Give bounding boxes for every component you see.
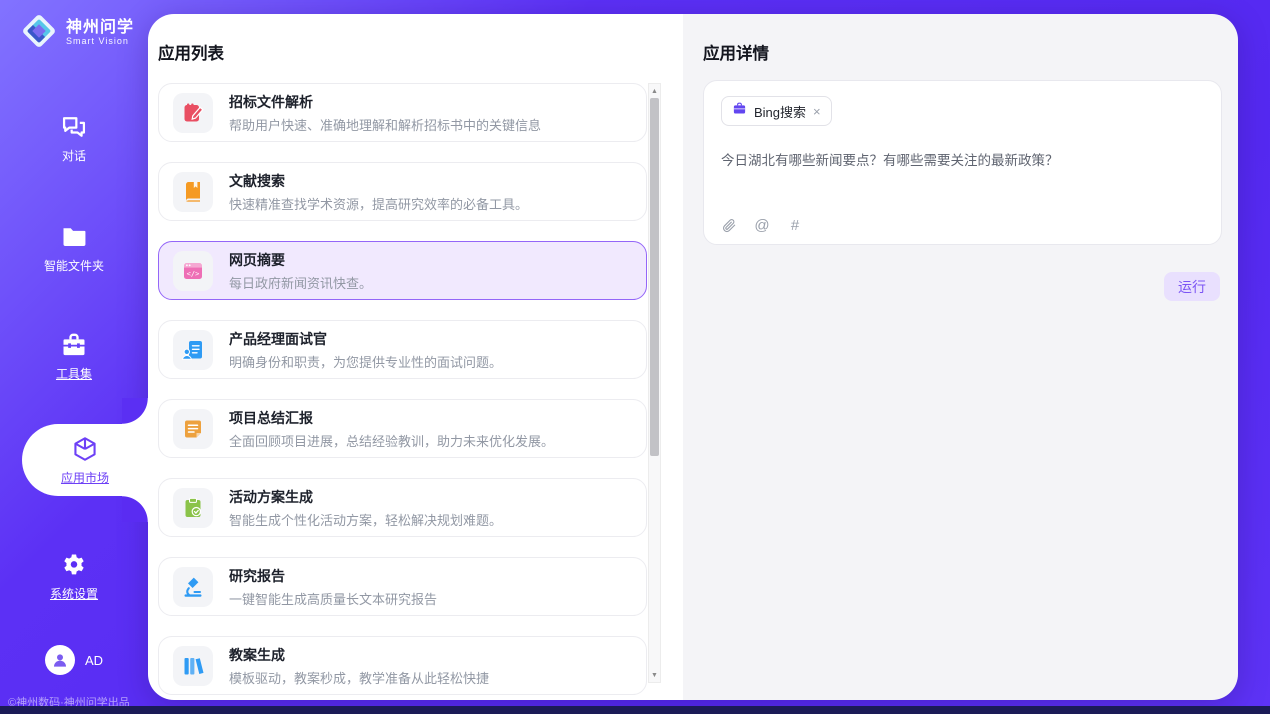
- app-card-description: 每日政府新闻资讯快查。: [229, 273, 372, 292]
- app-card[interactable]: </> 网页摘要 每日政府新闻资讯快查。: [158, 241, 647, 300]
- book-icon: [173, 172, 213, 212]
- app-list-panel: 应用列表 招标文件解析 帮助用户快速、准确地理解和解析招标书中的关键信息 文献搜…: [148, 14, 683, 700]
- app-card-description: 模板驱动，教案秒成，教学准备从此轻松快捷: [229, 668, 489, 687]
- sidebar-item-chat[interactable]: 对话: [0, 102, 148, 174]
- chip-close-icon[interactable]: ×: [813, 105, 821, 118]
- prompt-card: Bing搜索 × 今日湖北有哪些新闻要点？有哪些需要关注的最新政策？ @ #: [703, 80, 1222, 245]
- app-detail-title: 应用详情: [703, 40, 769, 64]
- browser-code-icon: </>: [173, 251, 213, 291]
- sidebar-item-cube[interactable]: 应用市场: [22, 424, 148, 496]
- scroll-up-icon[interactable]: ▲: [649, 84, 660, 98]
- app-card-title: 招标文件解析: [229, 92, 541, 112]
- books-icon: [173, 646, 213, 686]
- user-initials: AD: [85, 653, 103, 668]
- app-card[interactable]: 文献搜索 快速精准查找学术资源，提高研究效率的必备工具。: [158, 162, 647, 221]
- tool-chip-bing-search[interactable]: Bing搜索 ×: [721, 96, 832, 126]
- mention-icon[interactable]: @: [754, 217, 770, 233]
- toolbox-icon: [60, 331, 88, 359]
- interview-icon: [173, 330, 213, 370]
- app-card-description: 明确身份和职责，为您提供专业性的面试问题。: [229, 352, 502, 371]
- app-card-title: 活动方案生成: [229, 487, 502, 507]
- app-card-description: 帮助用户快速、准确地理解和解析招标书中的关键信息: [229, 115, 541, 134]
- folder-icon: [60, 223, 88, 251]
- app-card-description: 智能生成个性化活动方案，轻松解决规划难题。: [229, 510, 502, 529]
- scrollbar-thumb[interactable]: [650, 98, 659, 456]
- app-card-title: 项目总结汇报: [229, 408, 554, 428]
- app-detail-panel: 应用详情 Bing搜索 × 今日湖北有哪些新闻要点？有哪些需要关注的最新政策？: [683, 14, 1238, 700]
- app-card[interactable]: 产品经理面试官 明确身份和职责，为您提供专业性的面试问题。: [158, 320, 647, 379]
- gear-icon: [60, 551, 88, 579]
- app-card-title: 文献搜索: [229, 171, 528, 191]
- app-list: 招标文件解析 帮助用户快速、准确地理解和解析招标书中的关键信息 文献搜索 快速精…: [158, 83, 647, 700]
- app-card[interactable]: 招标文件解析 帮助用户快速、准确地理解和解析招标书中的关键信息: [158, 83, 647, 142]
- tool-chip-label: Bing搜索: [754, 102, 806, 121]
- cube-icon: [71, 435, 99, 463]
- app-card[interactable]: 项目总结汇报 全面回顾项目进展，总结经验教训，助力未来优化发展。: [158, 399, 647, 458]
- brand-logo: 神州问学 Smart Vision: [20, 12, 134, 55]
- clipboard-check-icon: [173, 488, 213, 528]
- scroll-down-icon[interactable]: ▼: [649, 668, 660, 682]
- brand-name: 神州问学: [66, 20, 134, 37]
- app-card-title: 产品经理面试官: [229, 329, 502, 349]
- chat-icon: [60, 113, 88, 141]
- memo-icon: [173, 409, 213, 449]
- gem-logo-icon: [20, 12, 58, 55]
- bottom-strip: [0, 706, 1270, 714]
- prompt-toolbar: @ #: [721, 217, 803, 233]
- app-card-description: 全面回顾项目进展，总结经验教训，助力未来优化发展。: [229, 431, 554, 450]
- brand-subtitle: Smart Vision: [66, 37, 134, 46]
- app-card-description: 快速精准查找学术资源，提高研究效率的必备工具。: [229, 194, 528, 213]
- app-card-title: 网页摘要: [229, 250, 372, 270]
- app-card[interactable]: 教案生成 模板驱动，教案秒成，教学准备从此轻松快捷: [158, 636, 647, 695]
- app-card[interactable]: 研究报告 一键智能生成高质量长文本研究报告: [158, 557, 647, 616]
- app-card-description: 一键智能生成高质量长文本研究报告: [229, 589, 437, 608]
- app-card-title: 研究报告: [229, 566, 437, 586]
- app-card[interactable]: 活动方案生成 智能生成个性化活动方案，轻松解决规划难题。: [158, 478, 647, 537]
- hashtag-icon[interactable]: #: [787, 217, 803, 233]
- sidebar: 神州问学 Smart Vision 对话 智能文件夹 工具集 应用市场 系统设置: [0, 0, 148, 714]
- microscope-icon: [173, 567, 213, 607]
- prompt-input[interactable]: 今日湖北有哪些新闻要点？有哪些需要关注的最新政策？: [721, 151, 1204, 171]
- briefcase-icon: [732, 101, 747, 121]
- app-list-title: 应用列表: [158, 40, 224, 64]
- sidebar-item-folder[interactable]: 智能文件夹: [0, 212, 148, 284]
- app-window: 神州问学 Smart Vision 对话 智能文件夹 工具集 应用市场 系统设置: [0, 0, 1270, 714]
- edit-document-icon: [173, 93, 213, 133]
- sidebar-item-toolbox[interactable]: 工具集: [0, 320, 148, 392]
- sidebar-item-gear[interactable]: 系统设置: [0, 540, 148, 612]
- content-window: 应用列表 招标文件解析 帮助用户快速、准确地理解和解析招标书中的关键信息 文献搜…: [148, 14, 1238, 700]
- avatar: [45, 645, 75, 675]
- app-list-scrollbar[interactable]: ▲ ▼: [648, 83, 661, 683]
- app-card-title: 教案生成: [229, 645, 489, 665]
- attachment-icon[interactable]: [721, 217, 737, 233]
- user-account[interactable]: AD: [0, 645, 148, 675]
- svg-text:</>: </>: [187, 269, 200, 277]
- run-button[interactable]: 运行: [1164, 272, 1220, 301]
